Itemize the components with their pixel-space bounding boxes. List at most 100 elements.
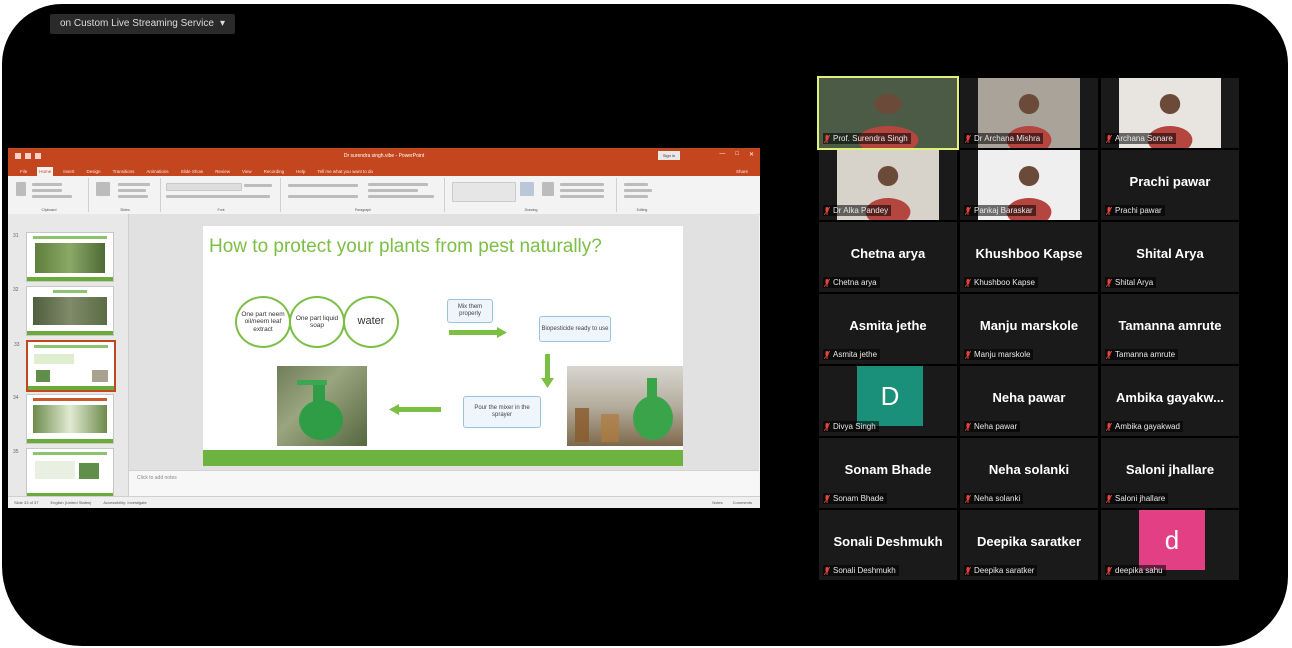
participant-tile[interactable]: d deepika sahu (1101, 510, 1239, 580)
ribbon-group-font[interactable]: Font (162, 178, 281, 212)
mic-muted-icon (965, 278, 971, 287)
participant-tile[interactable]: Sonali Deshmukh Sonali Deshmukh (819, 510, 957, 580)
ppt-document-title: Dr surendra singh.vibe - PowerPoint (343, 153, 425, 159)
tab-transitions[interactable]: Transitions (111, 169, 137, 176)
circle-water: water (343, 296, 399, 348)
participant-label: Deepika saratker (964, 565, 1038, 576)
participant-label-text: Prachi pawar (1115, 206, 1162, 215)
participant-tile[interactable]: Sonam Bhade Sonam Bhade (819, 438, 957, 508)
circle-neem-extract: One part neem oil/neem leaf extract (235, 296, 291, 348)
participant-avatar: d (1139, 510, 1205, 570)
participant-name: Neha pawar (992, 390, 1066, 405)
participant-label: Sonam Bhade (823, 493, 887, 504)
participant-name: Saloni jhallare (1125, 462, 1215, 477)
ribbon-group-clipboard[interactable]: Clipboard (10, 178, 89, 212)
quick-access-toolbar[interactable] (14, 152, 54, 160)
participant-tile[interactable]: Saloni jhallare Saloni jhallare (1101, 438, 1239, 508)
accessibility-indicator[interactable]: Accessibility: Investigate (103, 500, 146, 505)
participant-tile[interactable]: Chetna arya Chetna arya (819, 222, 957, 292)
participant-tile[interactable]: Ambika gayakw... Ambika gayakwad (1101, 366, 1239, 436)
participant-label-text: Prof. Surendra Singh (833, 134, 908, 143)
participant-label-text: Shital Arya (1115, 278, 1154, 287)
participant-tile[interactable]: Prof. Surendra Singh (817, 76, 959, 154)
participant-label: Pankaj Baraskar (964, 205, 1036, 216)
ribbon-group-paragraph[interactable]: Paragraph (282, 178, 445, 212)
participant-name: Prachi pawar (1129, 174, 1211, 189)
participant-tile[interactable]: Manju marskole Manju marskole (960, 294, 1098, 364)
slide-thumbnail-selected[interactable]: 33 (14, 340, 116, 392)
participant-label-text: Saloni jhallare (1115, 494, 1166, 503)
participant-tile[interactable]: Khushboo Kapse Khushboo Kapse (960, 222, 1098, 292)
live-stream-indicator[interactable]: on Custom Live Streaming Service ▾ (50, 14, 235, 34)
participant-tile[interactable]: Neha pawar Neha pawar (960, 366, 1098, 436)
participant-label-text: Deepika saratker (974, 566, 1035, 575)
participant-label: Sonali Deshmukh (823, 565, 899, 576)
tab-design[interactable]: Design (85, 169, 103, 176)
participant-tile[interactable]: Archana Sonare (1101, 78, 1239, 154)
mic-muted-icon (1106, 494, 1112, 503)
mic-muted-icon (824, 134, 830, 143)
participant-tile[interactable]: Deepika saratker Deepika saratker (960, 510, 1098, 580)
sign-in-button[interactable]: Sign in (658, 151, 680, 160)
ribbon-group-drawing[interactable]: Drawing (446, 178, 617, 212)
meeting-frame: on Custom Live Streaming Service ▾ Dr su… (2, 4, 1288, 646)
participant-label-text: Tamanna amrute (1115, 350, 1176, 359)
participant-name: Sonam Bhade (844, 462, 932, 477)
ppt-ribbon-tabs: File Home Insert Design Transitions Anim… (8, 164, 760, 176)
tab-slide-show[interactable]: Slide Show (179, 169, 206, 176)
participant-tile[interactable]: Pankaj Baraskar (960, 150, 1098, 226)
participant-name: Manju marskole (979, 318, 1079, 333)
participant-tile[interactable]: Shital Arya Shital Arya (1101, 222, 1239, 292)
tell-me-search[interactable]: Tell me what you want to do (315, 169, 375, 176)
ribbon-group-slides[interactable]: Slides (90, 178, 161, 212)
share-button[interactable]: Share (734, 169, 750, 176)
tab-recording[interactable]: Recording (262, 169, 287, 176)
ribbon-group-editing[interactable]: Editing (618, 178, 666, 212)
participant-name: Shital Arya (1136, 246, 1204, 261)
stream-label: on Custom Live Streaming Service (60, 18, 214, 29)
minimize-icon[interactable]: — (719, 151, 725, 158)
participant-tile[interactable]: Tamanna amrute Tamanna amrute (1101, 294, 1239, 364)
tab-file[interactable]: File (18, 169, 29, 176)
participant-label: Ambika gayakwad (1105, 421, 1183, 432)
tab-help[interactable]: Help (294, 169, 307, 176)
slide-thumbnail[interactable]: 34 (13, 394, 114, 444)
tab-animations[interactable]: Animations (144, 169, 170, 176)
participant-label-text: Pankaj Baraskar (974, 206, 1033, 215)
speaker-notes-pane[interactable]: Click to add notes (129, 470, 759, 497)
tab-insert[interactable]: Insert (61, 169, 76, 176)
participant-label-text: Dr Archana Mishra (974, 134, 1041, 143)
tab-view[interactable]: View (240, 169, 254, 176)
slide-editing-area[interactable]: How to protect your plants from pest nat… (129, 214, 759, 470)
participant-label-text: Ambika gayakwad (1115, 422, 1180, 431)
participant-avatar: D (857, 366, 923, 426)
tab-home[interactable]: Home (37, 167, 54, 176)
comments-toggle[interactable]: Comments (733, 500, 752, 505)
mic-muted-icon (965, 134, 971, 143)
slide-thumbnail[interactable]: 35 (13, 448, 114, 498)
ribbon-label-drawing: Drawing (524, 208, 538, 212)
notes-toggle[interactable]: Notes (712, 500, 722, 505)
slide-thumbnail-pane[interactable]: 31 32 33 34 35 (8, 214, 129, 508)
mic-muted-icon (1106, 278, 1112, 287)
slide-thumbnail[interactable]: 31 (13, 232, 114, 282)
participant-tile[interactable]: D Divya Singh (819, 366, 957, 436)
maximize-icon[interactable]: □ (735, 151, 739, 158)
participant-tile[interactable]: Asmita jethe Asmita jethe (819, 294, 957, 364)
mic-muted-icon (824, 278, 830, 287)
ppt-status-bar: Slide 33 of 37 English (United States) A… (8, 496, 760, 508)
participant-tile[interactable]: Prachi pawar Prachi pawar (1101, 150, 1239, 220)
participant-label-text: Asmita jethe (833, 350, 878, 359)
participant-label-text: deepika sahu (1115, 566, 1163, 575)
slide-thumbnail[interactable]: 32 (13, 286, 114, 336)
step-biopesticide-box: Biopesticide ready to use (539, 316, 611, 342)
mic-muted-icon (965, 206, 971, 215)
tab-review[interactable]: Review (213, 169, 232, 176)
participant-tile[interactable]: Neha solanki Neha solanki (960, 438, 1098, 508)
close-icon[interactable]: ✕ (749, 151, 754, 158)
participant-label: Prof. Surendra Singh (823, 133, 911, 144)
language-indicator[interactable]: English (United States) (50, 500, 91, 505)
participant-tile[interactable]: Dr Archana Mishra (960, 78, 1098, 154)
participant-tile[interactable]: Dr Alka Pandey (819, 150, 957, 226)
chevron-down-icon[interactable]: ▾ (220, 14, 225, 34)
